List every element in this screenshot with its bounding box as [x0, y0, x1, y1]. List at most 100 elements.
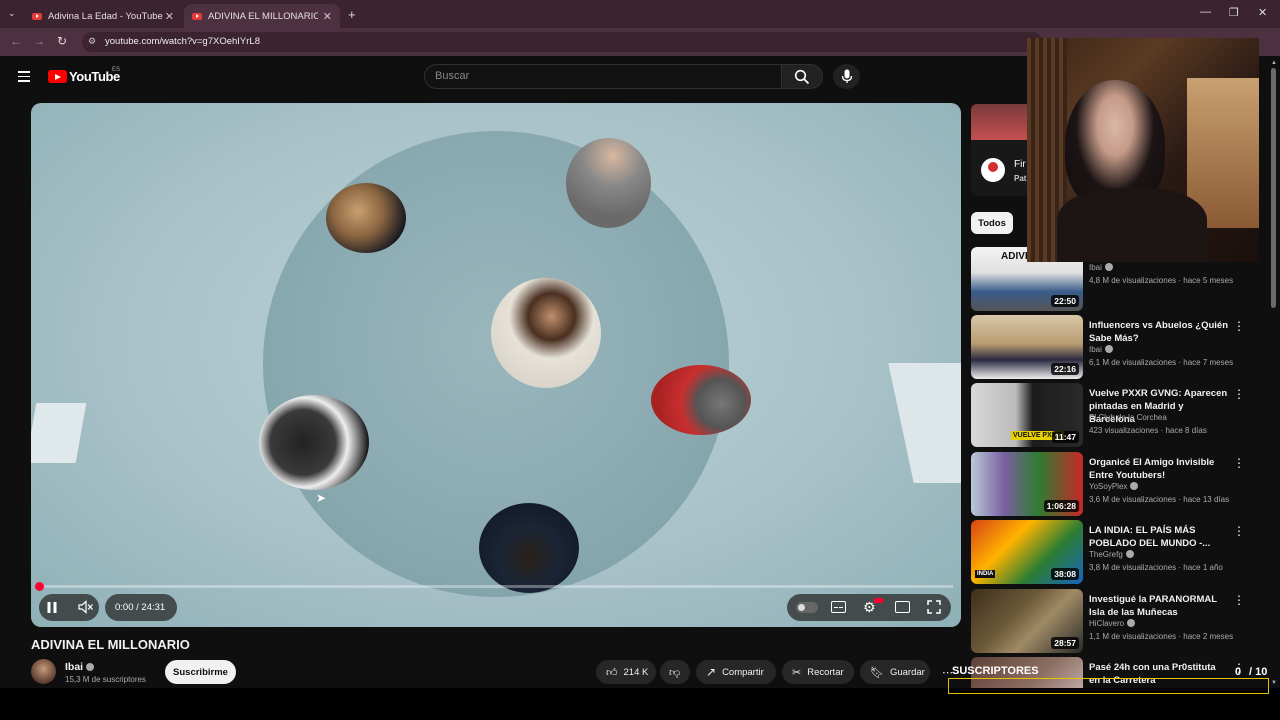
video-duration: 1:06:28: [1043, 500, 1079, 512]
channel-avatar[interactable]: [31, 659, 56, 684]
tab-title: ADIVINA EL MILLONARIO - You: [208, 10, 318, 22]
verified-icon: [1130, 482, 1139, 490]
close-window-icon[interactable]: ✕: [1258, 6, 1267, 19]
ad-card[interactable]: Fir Pat: [971, 104, 1031, 196]
verified-icon: [1127, 619, 1136, 627]
back-icon[interactable]: ←: [10, 34, 22, 48]
save-button[interactable]: 🔖︎ Guardar: [860, 660, 930, 684]
more-options-icon[interactable]: ⋮: [1233, 319, 1245, 333]
subscriber-goal-bar: [948, 678, 1269, 694]
share-button[interactable]: ↗ Compartir: [696, 660, 776, 684]
close-tab-icon[interactable]: ✕: [323, 10, 332, 23]
more-options-icon[interactable]: ⋮: [1233, 524, 1245, 538]
recommended-video[interactable]: INDIA 38:08 LA INDIA: EL PAÍS MÁS POBLAD…: [971, 520, 1261, 584]
contestant-figure: [259, 395, 369, 490]
search-input[interactable]: [435, 70, 765, 82]
channel-name-text[interactable]: Ibai: [65, 661, 83, 673]
channel-name[interactable]: El Club de la Corchea: [1089, 413, 1167, 422]
reload-icon[interactable]: ↻: [57, 34, 67, 48]
channel-name[interactable]: HiClavero: [1089, 619, 1136, 628]
subscribe-button[interactable]: Suscribirme: [165, 660, 236, 684]
fullscreen-icon[interactable]: [927, 600, 941, 614]
video-thumbnail[interactable]: VUELVE PXXR 11:47: [971, 383, 1083, 447]
clip-button[interactable]: ✂ Recortar: [782, 660, 854, 684]
scissors-icon: ✂: [792, 666, 802, 679]
tab-adivina-la-edad[interactable]: Adivina La Edad - YouTube ✕: [24, 4, 182, 28]
dislike-button[interactable]: 👎︎: [660, 660, 690, 684]
video-meta: 1,1 M de visualizaciones · hace 2 meses: [1089, 632, 1234, 641]
video-thumbnail[interactable]: 22:16: [971, 315, 1083, 379]
tab-list-chevron-icon[interactable]: ⌄: [8, 8, 16, 19]
minimize-icon[interactable]: —: [1200, 6, 1211, 18]
pause-button[interactable]: [46, 601, 58, 619]
contestant-figure: [651, 365, 751, 435]
video-meta: 3,8 M de visualizaciones · hace 1 año: [1089, 563, 1223, 572]
ad-logo: [981, 158, 1005, 182]
search-button[interactable]: [781, 64, 823, 89]
thumbnail-text: INDIA: [975, 570, 996, 578]
toggle-knob: [798, 604, 805, 611]
channel-name[interactable]: TheGrefg: [1089, 550, 1134, 559]
channel-name[interactable]: Ibai: [1089, 345, 1113, 354]
like-button[interactable]: 👍︎ 214 K: [596, 660, 656, 684]
more-options-icon[interactable]: ⋮: [1233, 593, 1245, 607]
forward-icon[interactable]: →: [33, 34, 45, 48]
volume-muted-icon: [78, 600, 93, 614]
video-thumbnail[interactable]: 28:57: [971, 589, 1083, 653]
video-title[interactable]: LA INDIA: EL PAÍS MÁS POBLADO DEL MUNDO …: [1089, 524, 1229, 550]
page-scrollbar[interactable]: [1271, 68, 1276, 308]
channel-name[interactable]: YoSoyPlex: [1089, 482, 1139, 491]
voice-search-button[interactable]: [833, 64, 860, 89]
video-title: ADIVINA EL MILLONARIO: [31, 637, 190, 652]
verified-icon: [1104, 263, 1113, 271]
thumbs-down-icon: 👎︎: [669, 666, 681, 679]
channel-name-text[interactable]: Ibai: [1089, 263, 1102, 272]
pause-icon: [47, 602, 57, 613]
more-options-icon[interactable]: ⋮: [1233, 387, 1245, 401]
subtitles-icon[interactable]: [831, 601, 846, 613]
site-info-icon[interactable]: ⚙: [88, 36, 96, 47]
host-figure: [491, 278, 601, 388]
restore-icon[interactable]: ❐: [1229, 6, 1239, 19]
close-tab-icon[interactable]: ✕: [165, 10, 174, 23]
scroll-down-icon[interactable]: ▼: [1271, 680, 1277, 686]
video-meta: 6,1 M de visualizaciones · hace 7 meses: [1089, 358, 1234, 367]
tab-adivina-el-millonario[interactable]: ADIVINA EL MILLONARIO - You ✕: [184, 4, 340, 28]
share-icon: ↗: [706, 665, 717, 679]
autoplay-toggle[interactable]: [796, 602, 818, 613]
more-options-icon[interactable]: ⋮: [1233, 456, 1245, 470]
subscriber-goal-label: SUSCRIPTORES: [952, 665, 1039, 677]
verified-icon: [1104, 345, 1113, 353]
recommended-video[interactable]: 28:57 Investigué la PARANORMAL Isla de l…: [971, 589, 1261, 653]
video-title[interactable]: Investigué la PARANORMAL Isla de las Muñ…: [1089, 593, 1229, 619]
mute-button[interactable]: [78, 600, 94, 619]
chip-todos[interactable]: Todos: [971, 212, 1013, 234]
menu-icon[interactable]: [18, 71, 30, 85]
video-thumbnail[interactable]: 1:06:28: [971, 452, 1083, 516]
channel-name[interactable]: Ibai: [1089, 263, 1113, 272]
video-meta: 423 visualizaciones · hace 8 días: [1089, 426, 1207, 435]
video-title[interactable]: Organicé El Amigo Invisible Entre Youtub…: [1089, 456, 1229, 482]
video-thumbnail[interactable]: INDIA 38:08: [971, 520, 1083, 584]
floor-panel: [888, 363, 961, 483]
progress-bar[interactable]: [39, 585, 953, 588]
youtube-logo-icon[interactable]: [48, 70, 67, 83]
channel-name-text[interactable]: YoSoyPlex: [1089, 482, 1127, 491]
channel-name-text[interactable]: TheGrefg: [1089, 550, 1123, 559]
tab-title: Adivina La Edad - YouTube: [48, 10, 163, 22]
theater-mode-icon[interactable]: [895, 601, 910, 613]
video-title[interactable]: Influencers vs Abuelos ¿Quién Sabe Más?: [1089, 319, 1229, 345]
like-count: 214 K: [623, 666, 649, 678]
progress-scrubber[interactable]: [35, 582, 44, 591]
recommended-video[interactable]: 22:16 Influencers vs Abuelos ¿Quién Sabe…: [971, 315, 1261, 379]
recommended-video[interactable]: 1:06:28 Organicé El Amigo Invisible Entr…: [971, 452, 1261, 516]
new-tab-icon[interactable]: +: [348, 7, 356, 22]
video-player[interactable]: ➤ 0:00 / 24:31 ⚙: [31, 103, 961, 627]
url-text[interactable]: youtube.com/watch?v=g7XOehIYrL8: [105, 36, 260, 47]
channel-name-text[interactable]: HiClavero: [1089, 619, 1124, 628]
channel-name-text[interactable]: Ibai: [1089, 345, 1102, 354]
ad-subtitle: Pat: [1014, 174, 1027, 183]
channel-name[interactable]: Ibai: [65, 661, 95, 673]
recommended-video[interactable]: VUELVE PXXR 11:47 Vuelve PXXR GVNG: Apar…: [971, 383, 1261, 447]
scroll-up-icon[interactable]: ▲: [1271, 60, 1277, 66]
